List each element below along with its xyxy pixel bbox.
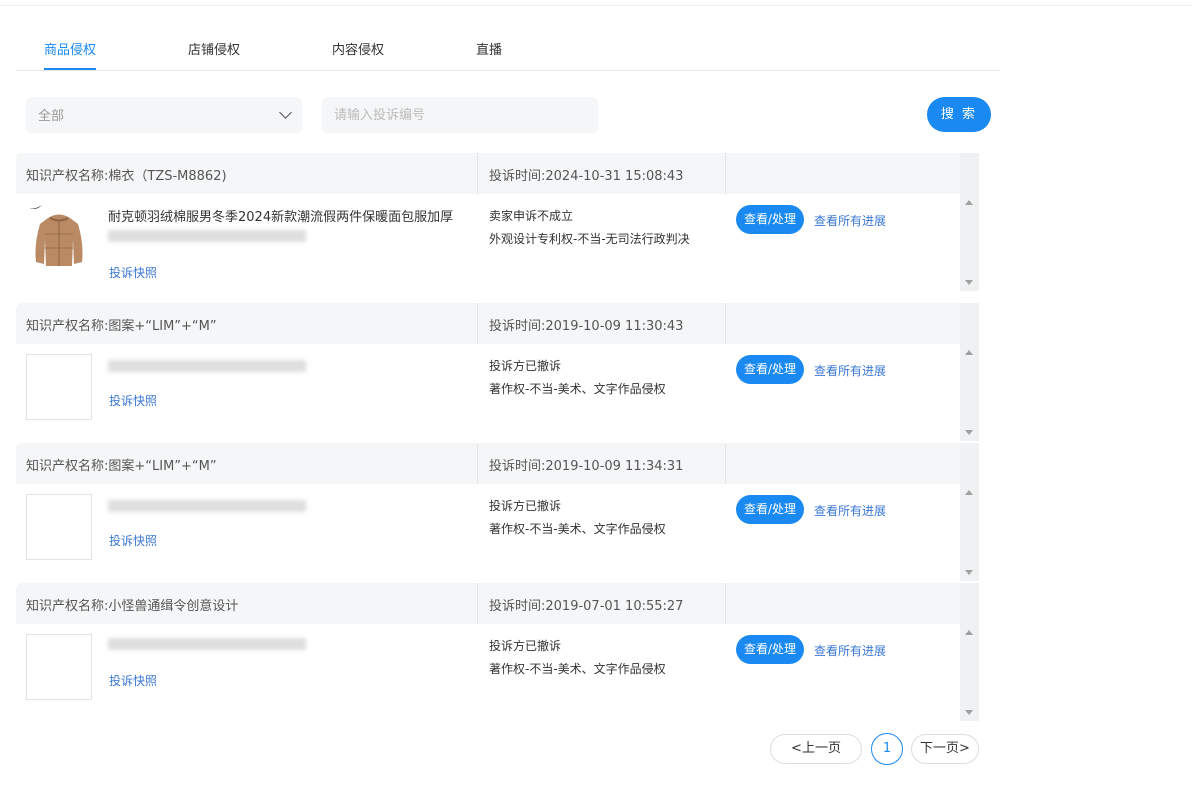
scroll-down-icon[interactable] — [965, 430, 973, 435]
scrollbar-corner — [960, 443, 979, 484]
blurred-text — [108, 360, 306, 372]
blurred-text — [108, 500, 306, 512]
complaint-card: 知识产权名称:小怪兽通缉令创意设计 投诉时间:2019-07-01 10:55:… — [16, 583, 979, 723]
complaint-status: 投诉方已撤诉 — [489, 499, 562, 513]
tab-store-infringement[interactable]: 店铺侵权 — [188, 39, 240, 58]
complaint-reason: 著作权-不当-美术、文字作品侵权 — [489, 662, 666, 676]
product-title[interactable]: 耐克顿羽绒棉服男冬季2024新款潮流假两件保暖面包服加厚 — [108, 206, 478, 225]
snapshot-link[interactable]: 投诉快照 — [109, 672, 157, 689]
scrollbar[interactable] — [960, 624, 979, 721]
chevron-down-icon — [279, 106, 292, 119]
snapshot-link[interactable]: 投诉快照 — [109, 532, 157, 549]
scroll-up-icon[interactable] — [965, 350, 973, 355]
view-handle-button[interactable]: 查看/处理 — [736, 355, 804, 384]
view-progress-link[interactable]: 查看所有进展 — [814, 642, 886, 659]
complaint-time: 投诉时间:2019-10-09 11:30:43 — [489, 319, 684, 334]
tab-product-infringement[interactable]: 商品侵权 — [44, 39, 97, 70]
view-progress-link[interactable]: 查看所有进展 — [814, 362, 886, 379]
complaint-time: 投诉时间:2019-10-09 11:34:31 — [489, 459, 684, 474]
card-header: 知识产权名称:小怪兽通缉令创意设计 投诉时间:2019-07-01 10:55:… — [16, 583, 960, 624]
complaint-status: 投诉方已撤诉 — [489, 639, 562, 653]
complaint-time: 投诉时间:2024-10-31 15:08:43 — [489, 169, 684, 184]
next-page-button[interactable]: 下一页> — [911, 734, 979, 764]
card-header: 知识产权名称:图案+“LIM”+“M” 投诉时间:2019-10-09 11:3… — [16, 443, 960, 484]
divider — [477, 583, 478, 624]
tab-live[interactable]: 直播 — [476, 39, 502, 58]
scrollbar[interactable] — [960, 484, 979, 581]
scroll-down-icon[interactable] — [965, 570, 973, 575]
view-handle-button[interactable]: 查看/处理 — [736, 205, 804, 234]
scroll-up-icon[interactable] — [965, 200, 973, 205]
complaint-reason: 外观设计专利权-不当-无司法行政判决 — [489, 232, 690, 246]
card-header: 知识产权名称:棉衣（TZS-M8862) 投诉时间:2024-10-31 15:… — [16, 153, 960, 194]
complaint-time: 投诉时间:2019-07-01 10:55:27 — [489, 599, 684, 614]
scrollbar[interactable] — [960, 344, 979, 441]
ip-name: 知识产权名称:棉衣（TZS-M8862) — [26, 169, 227, 184]
ip-name: 知识产权名称:图案+“LIM”+“M” — [26, 319, 217, 334]
divider — [477, 303, 478, 344]
divider — [725, 583, 726, 624]
complaint-status: 卖家申诉不成立 — [489, 209, 574, 223]
scrollbar-corner — [960, 303, 979, 344]
divider — [725, 443, 726, 484]
scrollbar-corner — [960, 153, 979, 194]
top-divider — [0, 5, 1192, 6]
complaint-card: 知识产权名称:图案+“LIM”+“M” 投诉时间:2019-10-09 11:3… — [16, 303, 979, 443]
scroll-up-icon[interactable] — [965, 630, 973, 635]
complaint-reason: 著作权-不当-美术、文字作品侵权 — [489, 382, 666, 396]
status-select[interactable]: 全部 — [26, 97, 302, 133]
view-handle-button[interactable]: 查看/处理 — [736, 495, 804, 524]
blurred-text — [108, 638, 306, 650]
scroll-down-icon[interactable] — [965, 280, 973, 285]
divider — [477, 153, 478, 194]
product-thumbnail[interactable] — [26, 494, 92, 560]
view-handle-button[interactable]: 查看/处理 — [736, 635, 804, 664]
card-header: 知识产权名称:图案+“LIM”+“M” 投诉时间:2019-10-09 11:3… — [16, 303, 960, 344]
blurred-text — [108, 230, 306, 242]
ip-name: 知识产权名称:图案+“LIM”+“M” — [26, 459, 217, 474]
view-progress-link[interactable]: 查看所有进展 — [814, 212, 886, 229]
view-progress-link[interactable]: 查看所有进展 — [814, 502, 886, 519]
complaint-card: 知识产权名称:棉衣（TZS-M8862) 投诉时间:2024-10-31 15:… — [16, 153, 979, 293]
search-button[interactable]: 搜 索 — [927, 97, 991, 132]
divider — [725, 153, 726, 194]
complaint-status: 投诉方已撤诉 — [489, 359, 562, 373]
snapshot-link[interactable]: 投诉快照 — [109, 264, 157, 281]
divider — [725, 303, 726, 344]
tab-bar: 商品侵权 店铺侵权 内容侵权 直播 — [16, 28, 1000, 71]
status-select-value: 全部 — [38, 109, 65, 124]
page-number-button[interactable]: 1 — [871, 733, 903, 765]
complaint-number-input[interactable] — [322, 97, 598, 133]
prev-page-button[interactable]: <上一页 — [770, 734, 862, 764]
complaint-card: 知识产权名称:图案+“LIM”+“M” 投诉时间:2019-10-09 11:3… — [16, 443, 979, 583]
complaint-reason: 著作权-不当-美术、文字作品侵权 — [489, 522, 666, 536]
ip-name: 知识产权名称:小怪兽通缉令创意设计 — [26, 599, 239, 614]
scroll-down-icon[interactable] — [965, 710, 973, 715]
scrollbar[interactable] — [960, 194, 979, 291]
tab-content-infringement[interactable]: 内容侵权 — [332, 39, 384, 58]
snapshot-link[interactable]: 投诉快照 — [109, 392, 157, 409]
scrollbar-corner — [960, 583, 979, 624]
divider — [477, 443, 478, 484]
product-thumbnail[interactable] — [26, 354, 92, 420]
product-thumbnail[interactable] — [26, 204, 92, 270]
scroll-up-icon[interactable] — [965, 490, 973, 495]
product-thumbnail[interactable] — [26, 634, 92, 700]
